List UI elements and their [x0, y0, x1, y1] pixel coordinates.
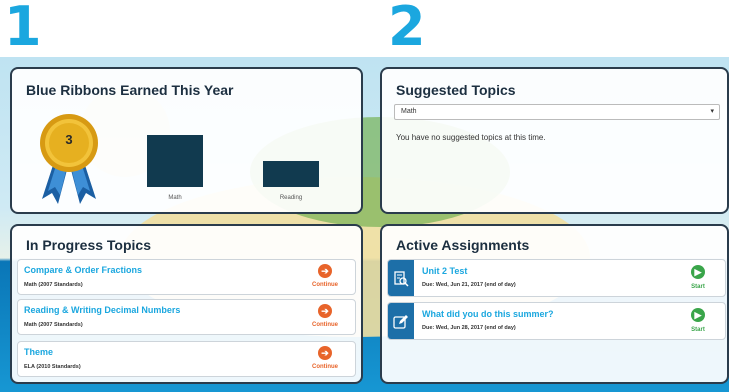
ribbon-medal-icon: 3 [34, 111, 104, 206]
bar-label: Reading [279, 195, 303, 201]
continue-arrow-icon[interactable]: ➔ [318, 304, 332, 318]
dashboard-screenshot: 1 2 Blue Ribbons Earned This Year 3 Math… [0, 0, 729, 392]
topic-title[interactable]: Compare & Order Fractions [24, 265, 142, 275]
assignment-card[interactable]: What did you do this summer? Due: Wed, J… [387, 302, 726, 340]
assignment-due-date: Due: Wed, Jun 21, 2017 (end of day) [422, 282, 516, 288]
bar-reading [263, 161, 319, 187]
assignment-card[interactable]: Unit 2 Test Due: Wed, Jun 21, 2017 (end … [387, 259, 726, 297]
topic-title[interactable]: Reading & Writing Decimal Numbers [24, 305, 180, 315]
topic-card[interactable]: Theme ELA (2010 Standards) ➔ Continue [17, 341, 356, 377]
topic-title[interactable]: Theme [24, 347, 53, 357]
continue-button[interactable]: Continue [305, 322, 345, 328]
start-button[interactable]: Start [678, 284, 718, 290]
callout-number-1: 1 [4, 0, 42, 58]
topic-standards: Math (2007 Standards) [24, 282, 83, 288]
callout-number-2: 2 [388, 0, 426, 58]
assignment-due-date: Due: Wed, Jun 28, 2017 (end of day) [422, 325, 516, 331]
ribbons-panel-title: Blue Ribbons Earned This Year [26, 82, 234, 98]
continue-button[interactable]: Continue [305, 364, 345, 370]
active-assignments-title: Active Assignments [396, 237, 530, 253]
ribbon-count: 3 [65, 132, 73, 147]
ribbons-bar-chart: Math Reading [132, 109, 332, 209]
assignment-title[interactable]: What did you do this summer? [422, 309, 554, 319]
start-button[interactable]: Start [678, 327, 718, 333]
continue-arrow-icon[interactable]: ➔ [318, 264, 332, 278]
suggested-topics-title: Suggested Topics [396, 82, 516, 98]
active-assignments-panel: Active Assignments Unit 2 Test Due: Wed,… [380, 224, 729, 384]
start-play-icon[interactable]: ▶ [691, 308, 705, 322]
assignment-title[interactable]: Unit 2 Test [422, 266, 467, 276]
topic-standards: ELA (2010 Standards) [24, 364, 81, 370]
bar-label: Math [168, 195, 182, 201]
bar-math [147, 135, 203, 187]
ribbons-panel: Blue Ribbons Earned This Year 3 Math Read… [10, 67, 363, 214]
continue-arrow-icon[interactable]: ➔ [318, 346, 332, 360]
in-progress-title: In Progress Topics [26, 237, 151, 253]
subject-select-value: Math [401, 108, 417, 115]
in-progress-panel: In Progress Topics Compare & Order Fract… [10, 224, 363, 384]
topic-card[interactable]: Compare & Order Fractions Math (2007 Sta… [17, 259, 356, 295]
test-icon [388, 260, 414, 296]
suggested-topics-panel: Suggested Topics Math ▾ You have no sugg… [380, 67, 729, 214]
continue-button[interactable]: Continue [305, 282, 345, 288]
no-topics-message: You have no suggested topics at this tim… [396, 133, 546, 142]
topic-standards: Math (2007 Standards) [24, 322, 83, 328]
write-icon [388, 303, 414, 339]
caret-down-icon: ▾ [710, 108, 714, 115]
start-play-icon[interactable]: ▶ [691, 265, 705, 279]
topic-card[interactable]: Reading & Writing Decimal Numbers Math (… [17, 299, 356, 335]
subject-select[interactable]: Math ▾ [394, 104, 720, 120]
